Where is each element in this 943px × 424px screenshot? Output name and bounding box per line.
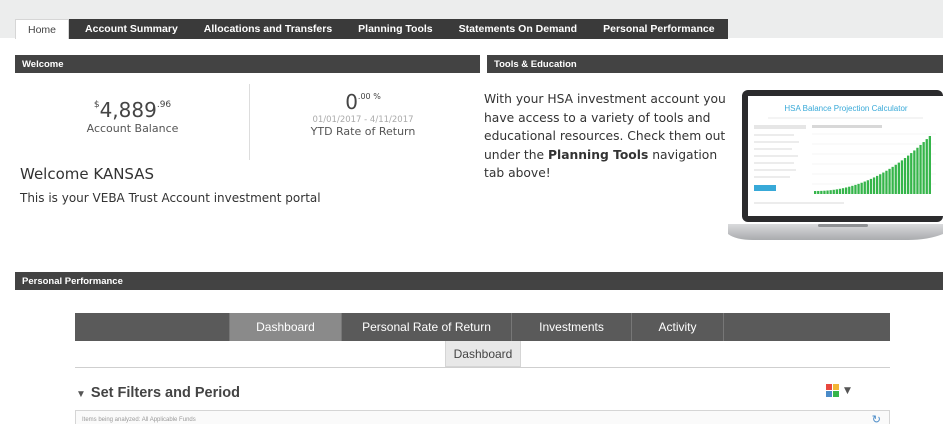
calculator-bar bbox=[832, 189, 835, 194]
calculator-title: HSA Balance Projection Calculator bbox=[784, 104, 908, 113]
calculator-bar bbox=[922, 142, 925, 194]
calculator-bar bbox=[907, 155, 910, 194]
calculator-bar bbox=[817, 190, 820, 194]
account-balance-label: Account Balance bbox=[86, 122, 179, 135]
tab-home[interactable]: Home bbox=[15, 19, 70, 39]
personal-performance-header: Personal Performance bbox=[15, 272, 943, 290]
calculator-bar bbox=[838, 188, 842, 194]
calculator-bar bbox=[925, 139, 928, 194]
ytd-rate-of-return: 0.00 % 01/01/2017 - 4/11/2017 YTD Rate o… bbox=[288, 90, 438, 138]
calculator-bar bbox=[835, 189, 838, 194]
calculator-bar bbox=[829, 190, 832, 194]
welcome-title: Welcome KANSAS bbox=[20, 165, 155, 183]
ytd-rate-value: 0.00 % bbox=[345, 90, 381, 114]
calculator-bar bbox=[814, 191, 817, 194]
calculator-bar bbox=[854, 184, 857, 194]
laptop-calculator-image: HSA Balance Projection Calculator bbox=[728, 90, 943, 240]
stat-divider bbox=[249, 84, 250, 160]
performance-tabs: Dashboard Personal Rate of Return Invest… bbox=[75, 313, 890, 341]
calculator-bar bbox=[857, 183, 860, 194]
calculator-bar bbox=[910, 153, 913, 194]
welcome-header: Welcome bbox=[15, 55, 480, 73]
refresh-icon[interactable]: ↻ bbox=[872, 413, 881, 424]
tools-education-header: Tools & Education bbox=[487, 55, 943, 73]
caret-down-icon[interactable]: ▼ bbox=[844, 386, 851, 396]
filter-summary-text: Items being analyzed: All Applicable Fun… bbox=[82, 417, 196, 423]
tools-description: With your HSA investment account you hav… bbox=[484, 92, 726, 181]
tab-dashboard[interactable]: Dashboard bbox=[230, 313, 342, 341]
calculator-bar bbox=[928, 136, 931, 194]
calculator-bar bbox=[860, 182, 863, 194]
calculator-bar bbox=[869, 178, 873, 194]
tab-allocations-and-transfers[interactable]: Allocations and Transfers bbox=[190, 19, 346, 39]
calculator-bar bbox=[919, 144, 922, 194]
tab-investments[interactable]: Investments bbox=[512, 313, 632, 341]
ytd-date-range: 01/01/2017 - 4/11/2017 bbox=[312, 115, 414, 125]
performance-tabs-spacer bbox=[75, 313, 230, 341]
calculator-bar bbox=[888, 168, 891, 194]
tab-personal-performance[interactable]: Personal Performance bbox=[590, 19, 728, 39]
calculator-bar bbox=[863, 181, 866, 194]
calculator-bar bbox=[823, 190, 826, 194]
calculator-bar bbox=[891, 166, 894, 194]
calculator-bar bbox=[903, 158, 907, 194]
subtab-underline bbox=[75, 367, 890, 368]
calculator-bar bbox=[913, 150, 916, 194]
tab-planning-tools[interactable]: Planning Tools bbox=[345, 19, 446, 39]
planning-tools-link[interactable]: Planning Tools bbox=[548, 148, 648, 162]
calculator-bar bbox=[820, 190, 823, 194]
subtab-dashboard[interactable]: Dashboard bbox=[445, 341, 521, 367]
calculator-bar bbox=[879, 174, 882, 194]
tab-account-summary[interactable]: Account Summary bbox=[69, 19, 191, 39]
calculator-bar bbox=[872, 177, 876, 194]
calculator-bar bbox=[894, 164, 897, 194]
filter-summary-box: Items being analyzed: All Applicable Fun… bbox=[75, 410, 890, 424]
account-balance: $4,889.96 Account Balance bbox=[55, 98, 210, 135]
calculator-bar bbox=[885, 170, 888, 194]
tab-personal-rate-of-return[interactable]: Personal Rate of Return bbox=[342, 313, 512, 341]
calculator-bar bbox=[882, 172, 885, 194]
account-balance-value: $4,889.96 bbox=[93, 98, 172, 122]
calculator-bar bbox=[841, 188, 845, 194]
calculator-bar bbox=[900, 160, 904, 194]
calculator-bar bbox=[845, 187, 848, 194]
triangle-down-icon: ▼ bbox=[76, 389, 86, 400]
calculator-bar bbox=[851, 185, 854, 194]
welcome-subtitle: This is your VEBA Trust Account investme… bbox=[20, 191, 321, 205]
calculator-bar bbox=[826, 190, 829, 194]
calculator-bar bbox=[897, 162, 900, 194]
ytd-rate-label: YTD Rate of Return bbox=[310, 125, 416, 138]
calculator-bar bbox=[848, 186, 851, 194]
tab-activity[interactable]: Activity bbox=[632, 313, 724, 341]
calculator-bar bbox=[866, 180, 869, 194]
tab-statements-on-demand[interactable]: Statements On Demand bbox=[445, 19, 591, 39]
top-navigation: Home Account Summary Allocations and Tra… bbox=[0, 0, 943, 39]
main-tabs: Home Account Summary Allocations and Tra… bbox=[15, 19, 728, 39]
set-filters-toggle[interactable]: ▼ Set Filters and Period bbox=[76, 385, 240, 401]
chart-grid-icon[interactable] bbox=[826, 384, 840, 398]
calculator-bar bbox=[916, 147, 919, 194]
calculator-bar bbox=[876, 175, 879, 194]
